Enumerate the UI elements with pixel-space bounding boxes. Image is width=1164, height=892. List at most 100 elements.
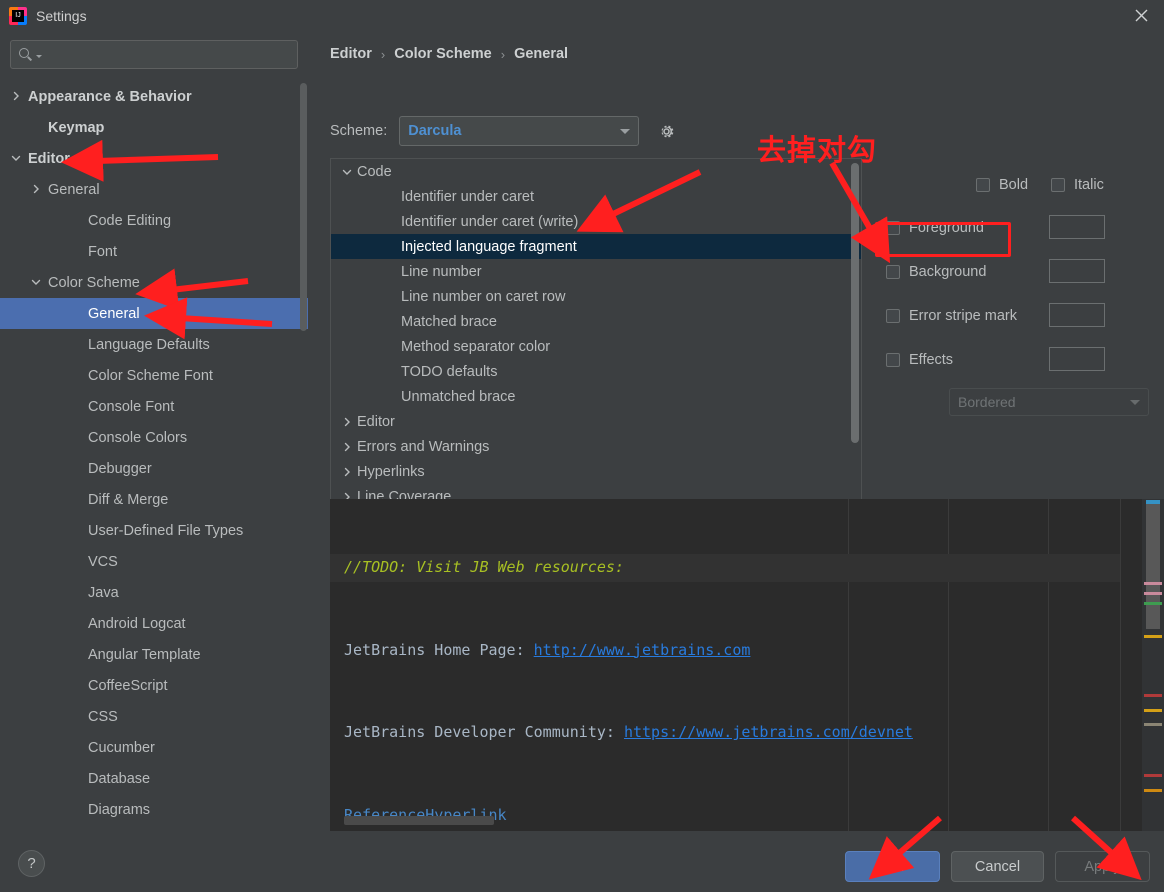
attribute-node-errors-and-warnings[interactable]: Errors and Warnings (331, 434, 861, 459)
attribute-node-code[interactable]: Code (331, 159, 861, 184)
scheme-row: Scheme: Darcula (330, 116, 677, 146)
sidebar-item-color-scheme[interactable]: Color Scheme (0, 267, 308, 298)
stripe-mark[interactable] (1144, 723, 1162, 726)
chevron-right-icon[interactable] (10, 90, 24, 104)
sidebar-item-vcs[interactable]: VCS (0, 546, 308, 577)
ok-button[interactable]: OK (845, 851, 940, 882)
sidebar-item-coffeescript[interactable]: CoffeeScript (0, 670, 308, 701)
attribute-node-method-separator-color[interactable]: Method separator color (331, 334, 861, 359)
attribute-node-editor[interactable]: Editor (331, 409, 861, 434)
sidebar-item-console-colors[interactable]: Console Colors (0, 422, 308, 453)
scheme-select[interactable]: Darcula (399, 116, 640, 146)
help-button[interactable]: ? (18, 850, 45, 877)
close-icon[interactable] (1118, 0, 1164, 31)
bold-checkbox[interactable] (976, 178, 990, 192)
stripe-mark[interactable] (1144, 582, 1162, 585)
foreground-checkbox[interactable] (886, 221, 900, 235)
stripe-mark[interactable] (1144, 635, 1162, 638)
attributes-scrollbar-thumb[interactable] (851, 163, 859, 443)
devnet-link[interactable]: https://www.jetbrains.com/devnet (624, 723, 913, 741)
italic-checkbox[interactable] (1051, 178, 1065, 192)
stripe-mark[interactable] (1144, 774, 1162, 777)
sidebar-item-debugger[interactable]: Debugger (0, 453, 308, 484)
sidebar-item-user-defined-file-types[interactable]: User-Defined File Types (0, 515, 308, 546)
sidebar-scrollbar-thumb[interactable] (300, 83, 307, 331)
chevron-down-icon[interactable] (10, 152, 24, 166)
effects-option[interactable]: Effects (886, 352, 953, 368)
effect-type-select[interactable]: Bordered (949, 388, 1149, 416)
sidebar-item-code-editing[interactable]: Code Editing (0, 205, 308, 236)
search-input[interactable] (42, 46, 297, 63)
foreground-option[interactable]: Foreground (886, 220, 984, 236)
sidebar-item-css[interactable]: CSS (0, 701, 308, 732)
sidebar-item-general[interactable]: General (0, 298, 308, 329)
stripe-scroll-thumb[interactable] (1146, 504, 1160, 629)
sidebar-item-java[interactable]: Java (0, 577, 308, 608)
breadcrumb-item-color-scheme[interactable]: Color Scheme (394, 46, 492, 62)
chevron-right-icon[interactable] (30, 183, 44, 197)
italic-label: Italic (1074, 177, 1104, 193)
sidebar-scrollbar[interactable] (300, 31, 307, 841)
error-stripe-mark-checkbox[interactable] (886, 309, 900, 323)
attribute-node-identifier-under-caret-write[interactable]: Identifier under caret (write) (331, 209, 861, 234)
background-option[interactable]: Background (886, 264, 986, 280)
effects-color-swatch[interactable] (1049, 347, 1105, 371)
sidebar-item-database[interactable]: Database (0, 763, 308, 794)
sidebar-item-color-scheme-font[interactable]: Color Scheme Font (0, 360, 308, 391)
gear-icon[interactable] (655, 120, 677, 142)
stripe-mark[interactable] (1144, 694, 1162, 697)
attributes-scrollbar[interactable] (851, 161, 859, 523)
stripe-mark[interactable] (1144, 602, 1162, 605)
code-preview[interactable]: //TODO: Visit JB Web resources: JetBrain… (330, 499, 1164, 831)
preview-horizontal-scrollbar[interactable] (344, 816, 494, 825)
attribute-node-line-number-on-caret-row[interactable]: Line number on caret row (331, 284, 861, 309)
sidebar-item-font[interactable]: Font (0, 236, 308, 267)
chevron-down-icon[interactable] (30, 276, 44, 290)
sidebar-item-label: Java (88, 584, 119, 601)
attribute-node-identifier-under-caret[interactable]: Identifier under caret (331, 184, 861, 209)
sidebar-item-cucumber[interactable]: Cucumber (0, 732, 308, 763)
apply-button[interactable]: Apply (1055, 851, 1150, 882)
attribute-node-line-number[interactable]: Line number (331, 259, 861, 284)
italic-option[interactable]: Italic (1051, 177, 1104, 193)
attribute-node-todo-defaults[interactable]: TODO defaults (331, 359, 861, 384)
sidebar-item-general[interactable]: General (0, 174, 308, 205)
chevron-right-icon[interactable] (341, 441, 357, 453)
chevron-right-icon[interactable] (341, 416, 357, 428)
cancel-button[interactable]: Cancel (951, 851, 1044, 882)
attribute-node-unmatched-brace[interactable]: Unmatched brace (331, 384, 861, 409)
sidebar-item-angular-template[interactable]: Angular Template (0, 639, 308, 670)
sidebar-search-wrap (0, 31, 308, 69)
sidebar-item-console-font[interactable]: Console Font (0, 391, 308, 422)
attribute-node-label: Editor (357, 413, 395, 430)
foreground-color-swatch[interactable] (1049, 215, 1105, 239)
sidebar-item-language-defaults[interactable]: Language Defaults (0, 329, 308, 360)
attribute-node-injected-language-fragment[interactable]: Injected language fragment (331, 234, 861, 259)
search-box[interactable] (10, 40, 298, 69)
sidebar-item-android-logcat[interactable]: Android Logcat (0, 608, 308, 639)
stripe-mark[interactable] (1144, 709, 1162, 712)
sidebar-item-diff-merge[interactable]: Diff & Merge (0, 484, 308, 515)
bold-option[interactable]: Bold (976, 177, 1028, 193)
breadcrumb-item-editor[interactable]: Editor (330, 46, 372, 62)
error-stripe-mark-option[interactable]: Error stripe mark (886, 308, 1017, 324)
background-checkbox[interactable] (886, 265, 900, 279)
effects-checkbox[interactable] (886, 353, 900, 367)
chevron-right-icon[interactable] (341, 466, 357, 478)
sidebar-item-appearance-behavior[interactable]: Appearance & Behavior (0, 81, 308, 112)
stripe-mark[interactable] (1144, 592, 1162, 595)
sidebar-item-keymap[interactable]: Keymap (0, 112, 308, 143)
sidebar-item-editor[interactable]: Editor (0, 143, 308, 174)
error-stripe-mark-color-swatch[interactable] (1049, 303, 1105, 327)
attribute-node-matched-brace[interactable]: Matched brace (331, 309, 861, 334)
chevron-down-icon[interactable] (341, 166, 357, 178)
background-color-swatch[interactable] (1049, 259, 1105, 283)
error-stripe-gutter[interactable] (1142, 499, 1164, 831)
home-link[interactable]: http://www.jetbrains.com (534, 641, 751, 659)
sidebar-item-diagrams[interactable]: Diagrams (0, 794, 308, 825)
attribute-node-hyperlinks[interactable]: Hyperlinks (331, 459, 861, 484)
breadcrumb-item-general[interactable]: General (514, 46, 568, 62)
stripe-mark[interactable] (1144, 789, 1162, 792)
